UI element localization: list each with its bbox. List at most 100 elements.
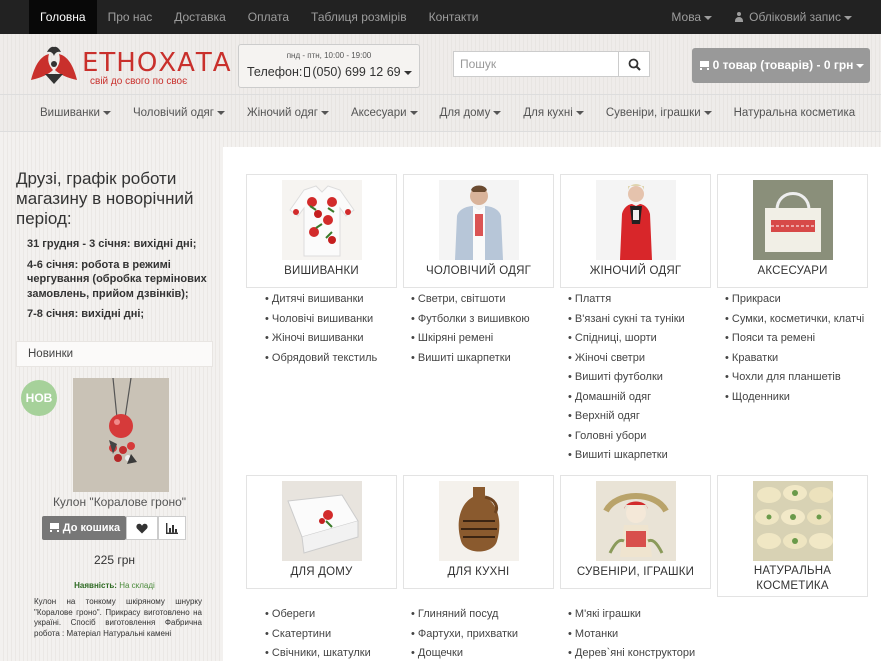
category-card-souvenirs[interactable]: СУВЕНІРИ, ІГРАШКИ — [560, 475, 711, 589]
subcategory-item[interactable]: Верхній одяг — [560, 407, 711, 427]
subcategory-item[interactable]: Головні убори — [560, 427, 711, 447]
category-label: Для кухні — [523, 107, 573, 119]
search-input[interactable]: Пошук — [453, 51, 619, 77]
category-card-title-line: КОСМЕТИКА — [756, 580, 829, 592]
motanka-doll-image — [596, 481, 676, 561]
top-navbar: Головна Про нас Доставка Оплата Таблиця … — [0, 0, 881, 34]
category-kitchen[interactable]: Для кухні — [512, 95, 595, 131]
category-cosmetics[interactable]: Натуральна косметика — [723, 95, 867, 131]
chevron-down-icon — [102, 110, 111, 115]
subcategory-item[interactable]: Фартухи, прихватки — [403, 625, 554, 645]
category-embroidery[interactable]: Вишиванки — [29, 95, 122, 131]
availability-label: Наявність: — [74, 581, 117, 590]
category-label: Аксесуари — [350, 107, 407, 119]
category-menu: Вишиванки Чоловічий одяг Жіночий одяг Ак… — [29, 95, 866, 131]
category-card-home[interactable]: ДЛЯ ДОМУ — [246, 475, 397, 589]
subcategory-item[interactable]: Дитячі вишиванки — [257, 290, 408, 310]
search-button[interactable] — [618, 51, 650, 77]
subcategory-item[interactable]: Пояси та ремені — [717, 329, 868, 349]
category-womens-clothing[interactable]: Жіночий одяг — [236, 95, 340, 131]
category-card-title: ВИШИВАНКИ — [284, 265, 359, 277]
subcategory-item[interactable]: Дощечки — [403, 644, 554, 661]
subcategory-item[interactable]: Сумки, косметички, клатчі — [717, 310, 868, 330]
top-nav: Головна Про нас Доставка Оплата Таблиця … — [29, 0, 490, 34]
site-logo[interactable]: ЕТНОХАТА свій до свого по своє — [27, 44, 231, 88]
tablecloth-image — [282, 481, 362, 561]
main-content: ВИШИВАНКИ Дитячі вишиванки Чоловічі виши… — [223, 147, 881, 661]
subcategory-item[interactable]: Плаття — [560, 290, 711, 310]
subcategory-item[interactable]: В'язані сукні та туніки — [560, 310, 711, 330]
topnav-contacts[interactable]: Контакти — [418, 0, 490, 34]
add-to-cart-button[interactable]: До кошика — [42, 516, 126, 540]
topnav-home[interactable]: Головна — [29, 0, 97, 34]
category-card-title: ЧОЛОВІЧИЙ ОДЯГ — [425, 265, 532, 277]
language-dropdown[interactable]: Мова — [660, 0, 723, 34]
subcategory-item[interactable]: Шкіряні ремені — [403, 329, 554, 349]
subcategory-item[interactable]: Щоденники — [717, 388, 868, 408]
category-label: Для дому — [439, 107, 491, 119]
account-dropdown[interactable]: Обліковий запис — [723, 0, 863, 34]
category-label: Вишиванки — [40, 107, 100, 119]
subcategory-item[interactable]: Прикраси — [717, 290, 868, 310]
subcategory-item[interactable]: Свічники, шкатулки — [257, 644, 408, 661]
subcategory-item[interactable]: Обрядовий текстиль — [257, 349, 408, 369]
category-souvenirs[interactable]: Сувеніри, іграшки — [595, 95, 723, 131]
category-mens-clothing[interactable]: Чоловічий одяг — [122, 95, 236, 131]
accessories-image — [753, 180, 833, 260]
product-image[interactable] — [73, 378, 169, 492]
phone-dropdown[interactable]: пнд - птн, 10:00 - 19:00 Телефон: (050) 6… — [238, 44, 420, 88]
subcategory-list: Светри, світшоти Футболки з вишивкою Шкі… — [403, 290, 554, 368]
subcategory-item[interactable]: Вишиті шкарпетки — [403, 349, 554, 369]
sidebar: Друзі, графік роботи магазину в новорічн… — [5, 147, 223, 661]
topnav-about[interactable]: Про нас — [97, 0, 164, 34]
subcategory-item[interactable]: М'які іграшки — [560, 605, 711, 625]
subcategory-item[interactable]: Вишиті шкарпетки — [560, 446, 711, 466]
subcategory-item[interactable]: Глиняний посуд — [403, 605, 554, 625]
category-card-womens-clothing[interactable]: ЖІНОЧИЙ ОДЯГ — [560, 174, 711, 288]
category-card-kitchen[interactable]: ДЛЯ КУХНІ — [403, 475, 554, 589]
subcategory-item[interactable]: Светри, світшоти — [403, 290, 554, 310]
chevron-down-icon — [704, 15, 713, 20]
subcategory-item[interactable]: Мотанки — [560, 625, 711, 645]
chevron-down-icon — [409, 110, 418, 115]
embroidered-shirt-image — [282, 180, 362, 260]
cart-button[interactable]: 0 товар (товарів) - 0 грн — [692, 48, 870, 83]
subcategory-item[interactable]: Жіночі светри — [560, 349, 711, 369]
subcategory-item[interactable]: Чоловічі вишиванки — [257, 310, 408, 330]
subcategory-item[interactable]: Спідниці, шорти — [560, 329, 711, 349]
search-icon — [628, 58, 641, 71]
subcategory-item[interactable]: Краватки — [717, 349, 868, 369]
mens-clothing-image — [439, 180, 519, 260]
wishlist-button[interactable] — [126, 516, 158, 540]
subcategory-item[interactable]: Жіночі вишиванки — [257, 329, 408, 349]
topnav-size-chart[interactable]: Таблиця розмірів — [300, 0, 418, 34]
compare-button[interactable] — [158, 516, 186, 540]
subcategory-item[interactable]: Дерев`яні конструктори — [560, 644, 711, 661]
category-card-embroidery[interactable]: ВИШИВАНКИ — [246, 174, 397, 288]
mobile-phone-icon — [304, 67, 311, 77]
subcategory-item[interactable]: Чохли для планшетів — [717, 368, 868, 388]
category-card-title: ДЛЯ ДОМУ — [290, 566, 353, 578]
topnav-payment[interactable]: Оплата — [237, 0, 300, 34]
category-card-cosmetics[interactable]: НАТУРАЛЬНА КОСМЕТИКА — [717, 475, 868, 597]
subcategory-item[interactable]: Обереги — [257, 605, 408, 625]
topnav-delivery[interactable]: Доставка — [163, 0, 237, 34]
chevron-down-icon — [575, 110, 584, 115]
product-name[interactable]: Кулон "Коралове гроно" — [16, 495, 223, 509]
subcategory-item[interactable]: Скатертини — [257, 625, 408, 645]
availability-value: На складі — [119, 581, 155, 590]
subcategory-item[interactable]: Вишиті футболки — [560, 368, 711, 388]
category-card-mens-clothing[interactable]: ЧОЛОВІЧИЙ ОДЯГ — [403, 174, 554, 288]
cart-icon — [698, 61, 709, 70]
subcategory-item[interactable]: Домашній одяг — [560, 388, 711, 408]
phone-number: (050) 699 12 69 — [312, 65, 401, 79]
schedule-note: 7-8 січня: вихідні дні; — [27, 308, 145, 320]
subcategory-item[interactable]: Футболки з вишивкою — [403, 310, 554, 330]
category-accessories[interactable]: Аксесуари — [340, 95, 429, 131]
phone-label: Телефон: — [247, 65, 303, 79]
pendant-image — [73, 378, 169, 492]
schedule-title: Друзі, графік роботи магазину в новорічн… — [16, 169, 194, 228]
heart-icon — [136, 523, 148, 534]
category-home[interactable]: Для дому — [429, 95, 513, 131]
category-card-accessories[interactable]: АКСЕСУАРИ — [717, 174, 868, 288]
